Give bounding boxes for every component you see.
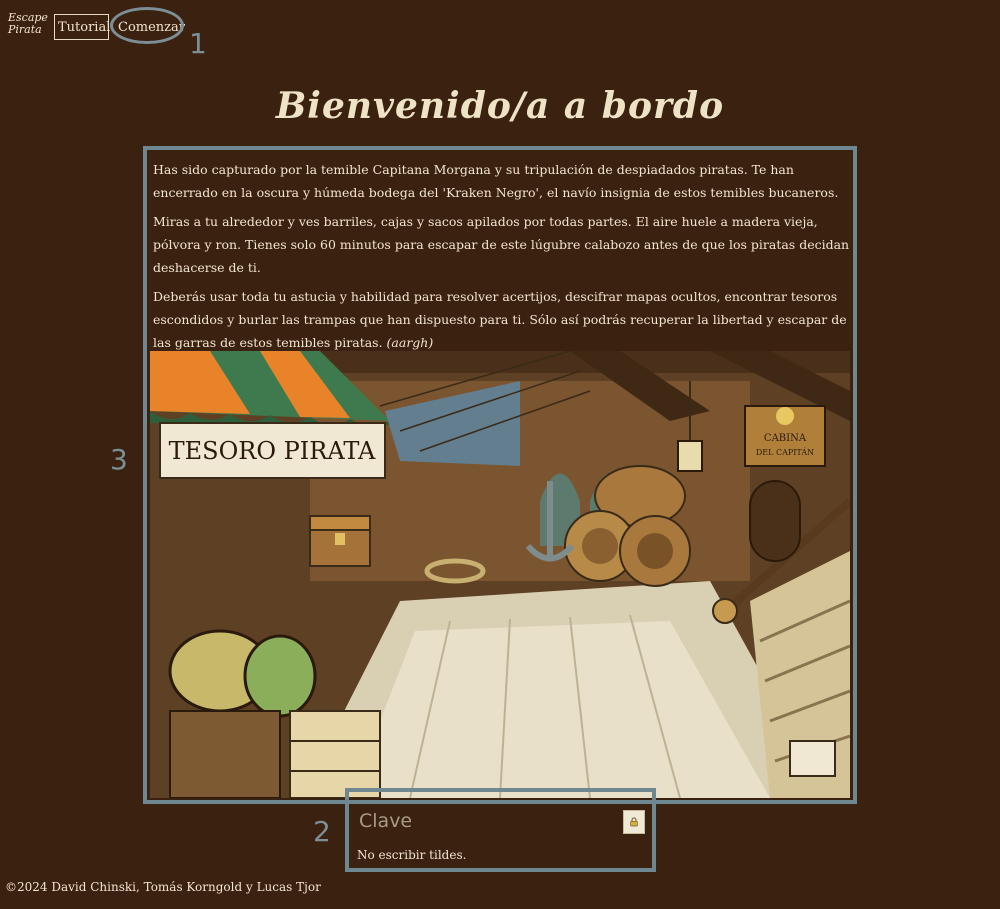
story-paragraph-3: Deberás usar toda tu astucia y habilidad…: [153, 285, 851, 354]
page-title: Bienvenido/a a bordo: [275, 85, 725, 127]
lock-icon: [630, 817, 638, 827]
cabin-sign-line-2: DEL CAPITÁN: [756, 448, 814, 457]
password-input[interactable]: [357, 806, 611, 836]
cabin-sign-line-1: CABINA: [764, 433, 807, 444]
story-text: Has sido capturado por la temible Capita…: [153, 158, 851, 360]
story-paragraph-2: Miras a tu alrededor y ves barriles, caj…: [153, 214, 850, 275]
brand-logo: Escape Pirata: [8, 11, 48, 36]
story-paragraph-3-text: Deberás usar toda tu astucia y habilidad…: [153, 289, 847, 350]
footer-credits: ©2024 David Chinski, Tomás Korngold y Lu…: [5, 880, 321, 894]
password-hint: No escribir tildes.: [357, 848, 467, 862]
password-panel: No escribir tildes.: [345, 788, 656, 872]
ship-hold-drawing: TESORO PIRATA CABINA DEL CAPITÁN: [150, 351, 850, 798]
tesoro-pirata-sign: TESORO PIRATA: [169, 437, 376, 465]
ship-hold-illustration: TESORO PIRATA CABINA DEL CAPITÁN: [150, 351, 850, 798]
annotation-number-2: 2: [313, 815, 331, 848]
tutorial-button[interactable]: Tutorial: [54, 14, 110, 40]
annotation-number-1: 1: [189, 27, 207, 60]
annotation-number-3: 3: [110, 443, 128, 476]
story-aside: (aargh): [386, 335, 434, 350]
lock-submit-button[interactable]: [623, 810, 645, 834]
story-panel: Has sido capturado por la temible Capita…: [143, 146, 857, 804]
annotation-ring: [110, 7, 184, 44]
story-paragraph-1: Has sido capturado por la temible Capita…: [153, 162, 839, 200]
